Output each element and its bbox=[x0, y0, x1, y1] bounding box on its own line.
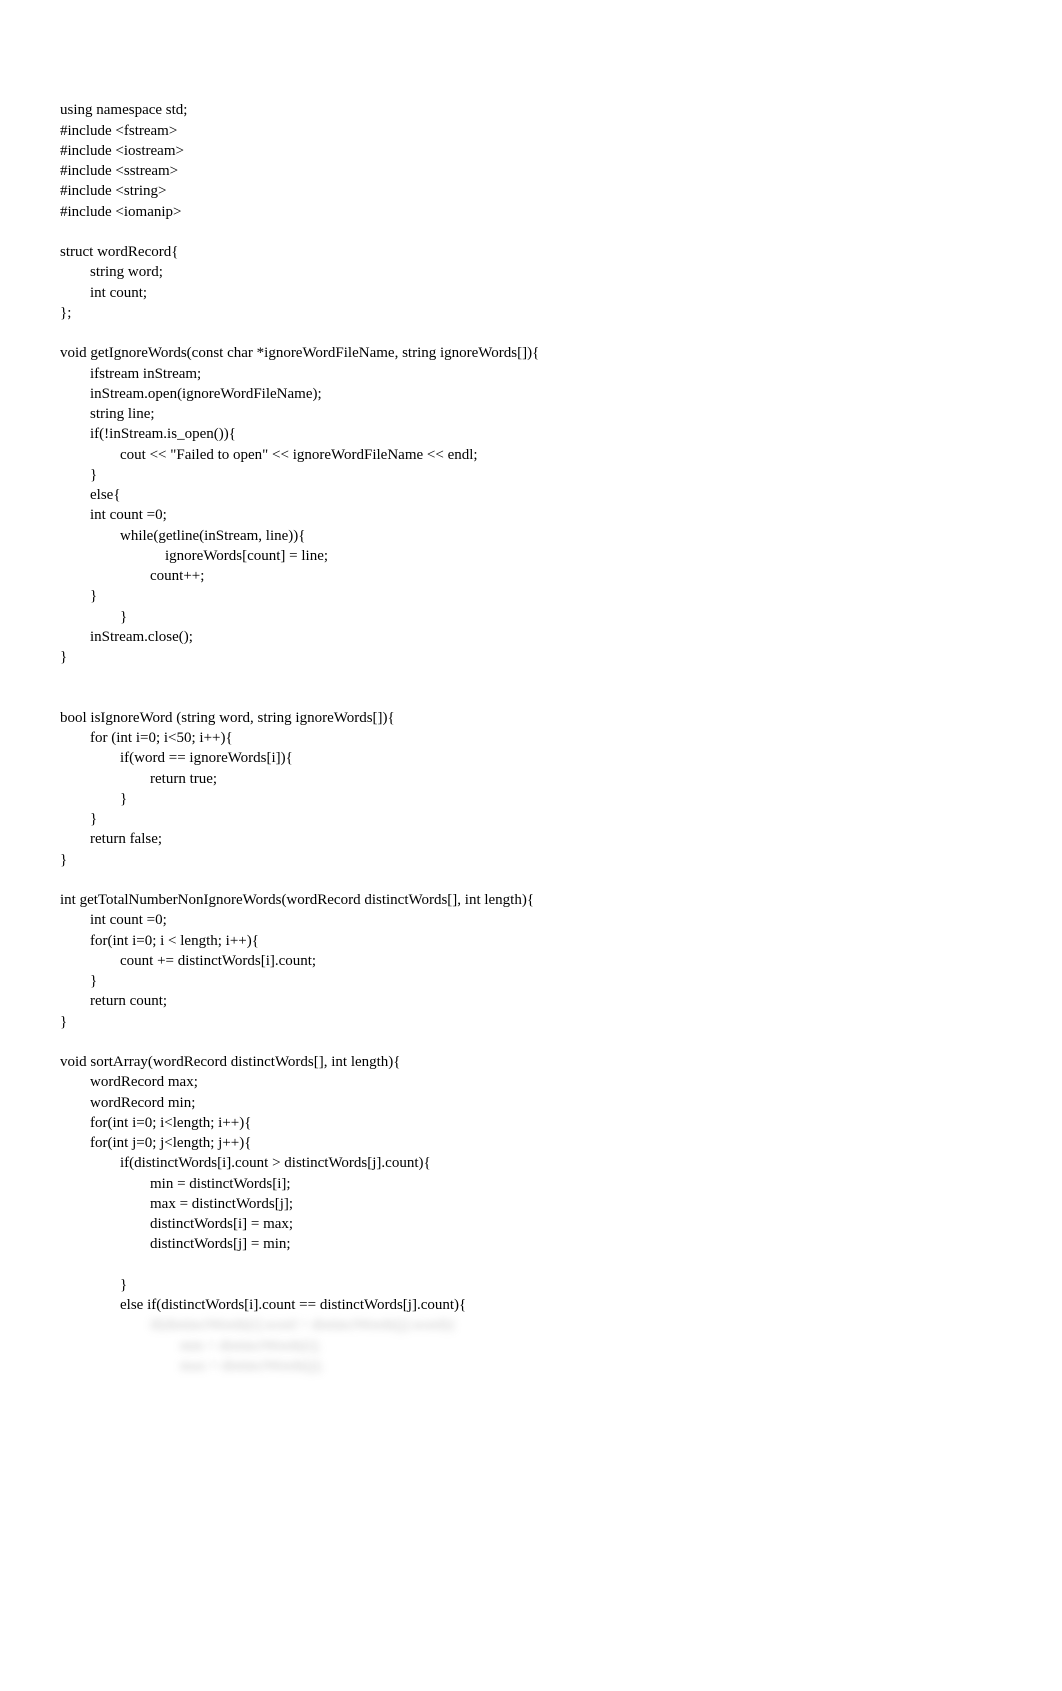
code-line: } bbox=[60, 649, 67, 665]
code-line: int count =0; bbox=[60, 912, 167, 928]
blurred-code-line: min = distinctWords[i]; bbox=[60, 1338, 321, 1354]
code-line: max = distinctWords[j]; bbox=[60, 1196, 293, 1212]
code-line: else if(distinctWords[i].count == distin… bbox=[60, 1297, 466, 1313]
code-line: } bbox=[60, 609, 127, 625]
code-line: }; bbox=[60, 305, 71, 321]
code-line: } bbox=[60, 467, 97, 483]
code-line: string line; bbox=[60, 406, 155, 422]
code-line: inStream.open(ignoreWordFileName); bbox=[60, 386, 322, 402]
code-line: distinctWords[i] = max; bbox=[60, 1216, 293, 1232]
blurred-code-line: max = distinctWords[j]; bbox=[60, 1358, 323, 1374]
code-line: if(!inStream.is_open()){ bbox=[60, 426, 236, 442]
blurred-code-line: if(distinctWords[i].word > distinctWords… bbox=[60, 1317, 456, 1333]
code-line: struct wordRecord{ bbox=[60, 244, 178, 260]
code-line: for(int j=0; j<length; j++){ bbox=[60, 1135, 251, 1151]
code-line: if(distinctWords[i].count > distinctWord… bbox=[60, 1155, 431, 1171]
code-line: for(int i=0; i < length; i++){ bbox=[60, 933, 259, 949]
code-line: } bbox=[60, 811, 97, 827]
code-line: #include <iostream> bbox=[60, 143, 184, 159]
code-line: } bbox=[60, 588, 97, 604]
code-line: distinctWords[j] = min; bbox=[60, 1236, 291, 1252]
code-line: bool isIgnoreWord (string word, string i… bbox=[60, 710, 395, 726]
code-line: min = distinctWords[i]; bbox=[60, 1176, 291, 1192]
code-line: void getIgnoreWords(const char *ignoreWo… bbox=[60, 345, 539, 361]
code-line: } bbox=[60, 852, 67, 868]
code-line: ignoreWords[count] = line; bbox=[60, 548, 328, 564]
code-document: using namespace std; #include <fstream> … bbox=[60, 80, 1002, 1376]
code-line: using namespace std; bbox=[60, 102, 187, 118]
code-line: #include <iomanip> bbox=[60, 204, 181, 220]
code-line: wordRecord max; bbox=[60, 1074, 198, 1090]
code-line: } bbox=[60, 1277, 127, 1293]
code-line: wordRecord min; bbox=[60, 1095, 195, 1111]
code-line: for (int i=0; i<50; i++){ bbox=[60, 730, 233, 746]
code-line: inStream.close(); bbox=[60, 629, 193, 645]
code-line: string word; bbox=[60, 264, 163, 280]
code-line: for(int i=0; i<length; i++){ bbox=[60, 1115, 251, 1131]
code-line: #include <string> bbox=[60, 183, 167, 199]
code-line: ifstream inStream; bbox=[60, 366, 201, 382]
code-line: } bbox=[60, 1014, 67, 1030]
code-line: #include <fstream> bbox=[60, 123, 177, 139]
code-line: else{ bbox=[60, 487, 121, 503]
code-line: cout << "Failed to open" << ignoreWordFi… bbox=[60, 447, 478, 463]
code-line: int count =0; bbox=[60, 507, 167, 523]
code-line: #include <sstream> bbox=[60, 163, 178, 179]
code-line: int getTotalNumberNonIgnoreWords(wordRec… bbox=[60, 892, 534, 908]
code-line: int count; bbox=[60, 285, 147, 301]
code-line: while(getline(inStream, line)){ bbox=[60, 528, 305, 544]
code-line: return false; bbox=[60, 831, 162, 847]
code-line: } bbox=[60, 791, 127, 807]
code-line: } bbox=[60, 973, 97, 989]
code-line: return count; bbox=[60, 993, 167, 1009]
code-line: void sortArray(wordRecord distinctWords[… bbox=[60, 1054, 401, 1070]
code-line: return true; bbox=[60, 771, 217, 787]
code-line: if(word == ignoreWords[i]){ bbox=[60, 750, 293, 766]
code-line: count += distinctWords[i].count; bbox=[60, 953, 316, 969]
code-line: count++; bbox=[60, 568, 204, 584]
